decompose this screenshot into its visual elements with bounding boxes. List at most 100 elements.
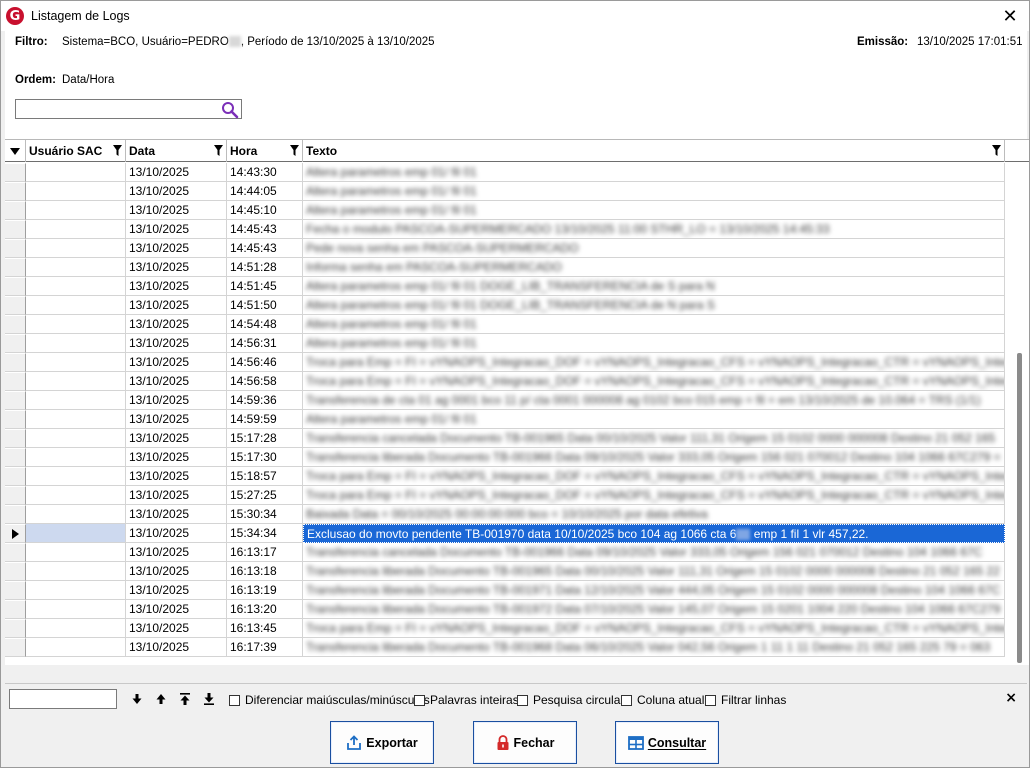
column-header-texto[interactable]: Texto xyxy=(303,140,1005,162)
cell-texto[interactable]: Transferencia cancelada Documento TB-001… xyxy=(303,429,1005,448)
arrow-last-icon[interactable] xyxy=(203,692,215,706)
cell-texto[interactable]: Altera parametros emp 01/ fil 01 xyxy=(303,163,1005,182)
row-indicator[interactable] xyxy=(5,505,26,524)
row-indicator[interactable] xyxy=(5,258,26,277)
column-header-usuario[interactable]: Usuário SAC xyxy=(26,140,126,162)
scrollbar-thumb[interactable] xyxy=(1017,353,1022,663)
filter-icon[interactable] xyxy=(992,145,1001,156)
row-indicator[interactable] xyxy=(5,543,26,562)
option-case-sensitive[interactable]: Diferenciar maiúsculas/minúsculas xyxy=(229,693,430,707)
cell-texto[interactable]: Troca para Emp = FI = vYNAOPS_Integracao… xyxy=(303,486,1005,505)
cell-texto[interactable]: Troca para Emp = FI = vYNAOPS_Integracao… xyxy=(303,619,1005,638)
filter-icon[interactable] xyxy=(290,145,299,156)
cell-hora[interactable]: 14:56:31 xyxy=(227,334,303,353)
cell-hora[interactable]: 14:43:30 xyxy=(227,163,303,182)
cell-hora[interactable]: 14:59:59 xyxy=(227,410,303,429)
find-input[interactable] xyxy=(9,689,117,709)
row-indicator[interactable] xyxy=(5,182,26,201)
cell-texto[interactable]: Transferencia liberada Documento TB-0019… xyxy=(303,448,1005,467)
cell-usuario[interactable] xyxy=(26,277,126,296)
cell-texto[interactable]: Fecha o modulo PASCOA-SUPERMERCADO 13/10… xyxy=(303,220,1005,239)
cell-texto[interactable]: Transferencia liberada Documento TB-0019… xyxy=(303,562,1005,581)
cell-data[interactable]: 13/10/2025 xyxy=(126,467,227,486)
table-row[interactable]: 13/10/2025 16:17:39 Transferencia liberada… xyxy=(5,638,1005,657)
table-row[interactable]: 13/10/2025 16:13:18 Transferencia liberada… xyxy=(5,562,1005,581)
cell-usuario[interactable] xyxy=(26,353,126,372)
cell-usuario[interactable] xyxy=(26,220,126,239)
checkbox[interactable] xyxy=(414,694,425,706)
table-row[interactable]: 13/10/2025 15:18:57 Troca para Emp = FI = … xyxy=(5,467,1005,486)
row-indicator[interactable] xyxy=(5,524,26,543)
grid-search-input[interactable] xyxy=(18,101,218,117)
row-indicator[interactable] xyxy=(5,581,26,600)
cell-data[interactable]: 13/10/2025 xyxy=(126,372,227,391)
cell-texto[interactable]: Altera parametros emp 01/ fil 01 xyxy=(303,182,1005,201)
row-indicator[interactable] xyxy=(5,163,26,182)
table-row[interactable]: 13/10/2025 15:27:25 Troca para Emp = FI = … xyxy=(5,486,1005,505)
column-header-hora[interactable]: Hora xyxy=(227,140,303,162)
row-indicator[interactable] xyxy=(5,334,26,353)
cell-hora[interactable]: 15:30:34 xyxy=(227,505,303,524)
table-row[interactable]: 13/10/2025 14:44:05 Altera parametros emp … xyxy=(5,182,1005,201)
cell-texto[interactable]: Troca para Emp = FI = vYNAOPS_Integracao… xyxy=(303,353,1005,372)
table-row[interactable]: 13/10/2025 14:45:43 Pede nova senha em PAS… xyxy=(5,239,1005,258)
table-row[interactable]: 13/10/2025 15:34:34 Exclusao do movto pend… xyxy=(5,524,1005,543)
search-icon[interactable] xyxy=(221,101,239,119)
option-whole-words[interactable]: Palavras inteiras xyxy=(414,693,519,707)
cell-texto[interactable]: Altera parametros emp 01/ fil 01 DOGE_LI… xyxy=(303,277,1005,296)
row-indicator[interactable] xyxy=(5,600,26,619)
row-indicator[interactable] xyxy=(5,296,26,315)
cell-data[interactable]: 13/10/2025 xyxy=(126,486,227,505)
table-row[interactable]: 13/10/2025 14:45:43 Fecha o modulo PASCOA-… xyxy=(5,220,1005,239)
table-row[interactable]: 13/10/2025 14:56:31 Altera parametros emp … xyxy=(5,334,1005,353)
cell-data[interactable]: 13/10/2025 xyxy=(126,163,227,182)
cell-hora[interactable]: 14:56:58 xyxy=(227,372,303,391)
arrow-first-icon[interactable] xyxy=(179,692,191,706)
cell-data[interactable]: 13/10/2025 xyxy=(126,258,227,277)
row-indicator[interactable] xyxy=(5,391,26,410)
cell-hora[interactable]: 14:56:46 xyxy=(227,353,303,372)
cell-data[interactable]: 13/10/2025 xyxy=(126,201,227,220)
cell-data[interactable]: 13/10/2025 xyxy=(126,448,227,467)
option-filter-lines[interactable]: Filtrar linhas xyxy=(705,693,786,707)
cell-texto[interactable]: Transferencia liberada Documento TB-0019… xyxy=(303,581,1005,600)
cell-usuario[interactable] xyxy=(26,543,126,562)
cell-usuario[interactable] xyxy=(26,182,126,201)
cell-hora[interactable]: 16:13:17 xyxy=(227,543,303,562)
checkbox[interactable] xyxy=(229,694,240,706)
table-row[interactable]: 13/10/2025 14:56:58 Troca para Emp = FI = … xyxy=(5,372,1005,391)
table-row[interactable]: 13/10/2025 14:43:30 Altera parametros emp … xyxy=(5,163,1005,182)
table-row[interactable]: 13/10/2025 16:13:17 Transferencia cancelad… xyxy=(5,543,1005,562)
find-bar-close-button[interactable]: × xyxy=(1005,690,1017,706)
cell-data[interactable]: 13/10/2025 xyxy=(126,619,227,638)
cell-usuario[interactable] xyxy=(26,296,126,315)
cell-usuario[interactable] xyxy=(26,581,126,600)
table-row[interactable]: 13/10/2025 14:45:10 Altera parametros emp … xyxy=(5,201,1005,220)
cell-texto[interactable]: Altera parametros emp 01/ fil 01 xyxy=(303,315,1005,334)
cell-texto[interactable]: Pede nova senha em PASCOA-SUPERMERCADO xyxy=(303,239,1005,258)
cell-data[interactable]: 13/10/2025 xyxy=(126,239,227,258)
table-row[interactable]: 13/10/2025 14:59:36 Transferencia de cta 0… xyxy=(5,391,1005,410)
row-indicator[interactable] xyxy=(5,410,26,429)
cell-texto[interactable]: Altera parametros emp 01/ fil 01 xyxy=(303,334,1005,353)
cell-usuario[interactable] xyxy=(26,239,126,258)
cell-texto[interactable]: Informa senha em PASCOA-SUPERMERCADO xyxy=(303,258,1005,277)
cell-hora[interactable]: 14:45:43 xyxy=(227,220,303,239)
export-button[interactable]: Exportar xyxy=(330,721,434,764)
cell-data[interactable]: 13/10/2025 xyxy=(126,562,227,581)
cell-data[interactable]: 13/10/2025 xyxy=(126,638,227,657)
row-indicator[interactable] xyxy=(5,201,26,220)
cell-usuario[interactable] xyxy=(26,334,126,353)
cell-hora[interactable]: 15:27:25 xyxy=(227,486,303,505)
cell-data[interactable]: 13/10/2025 xyxy=(126,182,227,201)
cell-usuario[interactable] xyxy=(26,448,126,467)
cell-hora[interactable]: 16:13:19 xyxy=(227,581,303,600)
row-indicator[interactable] xyxy=(5,486,26,505)
row-indicator[interactable] xyxy=(5,429,26,448)
cell-usuario[interactable] xyxy=(26,258,126,277)
option-circular-search[interactable]: Pesquisa circular xyxy=(517,693,624,707)
table-row[interactable]: 13/10/2025 15:17:30 Transferencia liberada… xyxy=(5,448,1005,467)
arrow-down-icon[interactable] xyxy=(131,692,143,706)
row-indicator[interactable] xyxy=(5,562,26,581)
row-indicator[interactable] xyxy=(5,372,26,391)
